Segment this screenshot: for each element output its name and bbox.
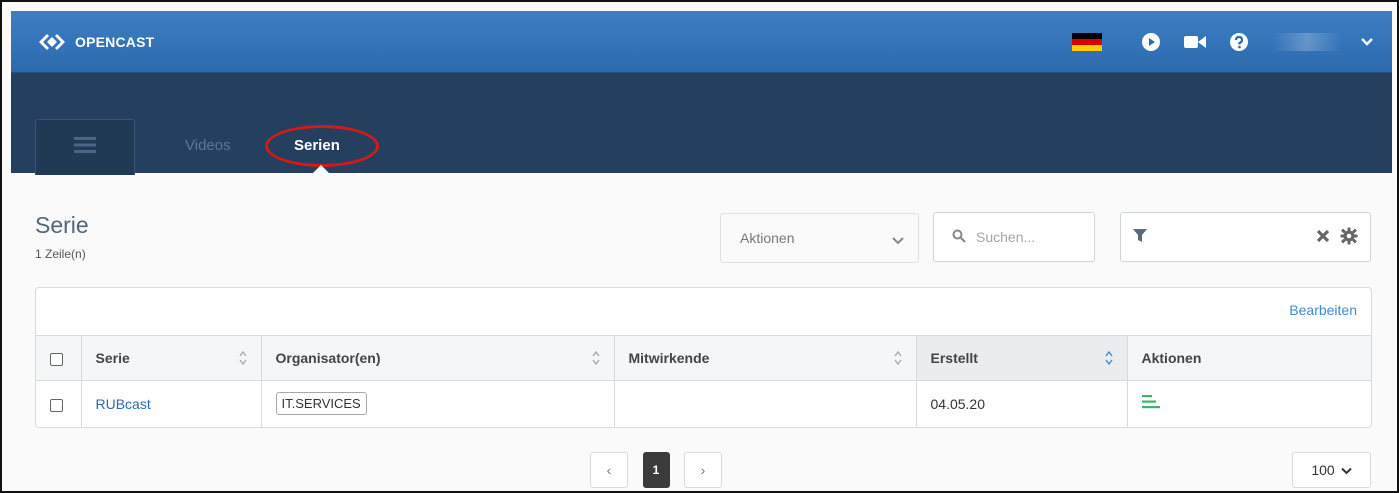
search-icon [952,229,966,246]
contributors-cell [614,380,917,427]
edit-link[interactable]: Bearbeiten [1289,302,1357,318]
gear-icon[interactable] [1340,227,1358,250]
sort-icon[interactable] [591,350,600,368]
opencast-logo-icon [37,32,67,52]
organizer-tag[interactable]: IT.SERVICES [275,392,367,416]
table-header-row: Serie Organisator(en) Mitwirkende Erstel… [36,335,1371,381]
column-header-label: Erstellt [930,350,978,366]
chevron-down-icon [892,232,904,248]
search-field[interactable] [933,212,1095,262]
active-tab-caret [313,165,329,173]
sort-icon[interactable] [238,350,247,368]
page-title: Serie [35,212,89,238]
page-1-wrapper: 1 [637,452,675,488]
created-cell: 04.05.20 [916,380,1128,427]
column-header-label: Mitwirkende [628,350,710,366]
column-header-mitwirkende[interactable]: Mitwirkende [614,335,917,381]
highlight-ellipse [265,125,379,167]
hamburger-icon [74,137,96,158]
chevron-down-icon[interactable] [1356,31,1378,53]
germany-flag-icon[interactable] [1072,33,1102,51]
search-input[interactable] [976,229,1076,245]
details-bars-icon[interactable] [1141,395,1160,412]
chevron-down-icon [1340,462,1352,478]
next-page-button[interactable]: › [684,452,722,488]
app-frame: OPENCAST Videos Serien Serie 1 Zeile(n) … [0,0,1399,493]
main-nav: Videos Serien [11,73,1392,175]
series-table: Serie Organisator(en) Mitwirkende Erstel… [36,335,1371,427]
column-header-organisator[interactable]: Organisator(en) [261,335,615,381]
pagination: ‹ 1 › [590,452,722,488]
column-header-label: Organisator(en) [275,350,381,366]
video-camera-icon[interactable] [1184,31,1206,53]
column-header-label: Serie [95,350,130,366]
sort-active-icon[interactable] [1104,350,1113,368]
serie-link[interactable]: RUBcast [96,396,151,412]
column-header-aktionen: Aktionen [1127,335,1371,381]
table-row: RUBcast IT.SERVICES 04.05.20 [36,380,1371,427]
app-name: OPENCAST [75,34,155,50]
series-table-panel: Bearbeiten Serie Organisator(en) Mitwirk… [35,287,1372,428]
play-circle-icon[interactable] [1140,31,1162,53]
actions-dropdown-label: Aktionen [740,230,795,246]
column-header-serie[interactable]: Serie [81,335,262,381]
header-icons [1072,11,1392,73]
page-size-value: 100 [1311,462,1335,478]
top-bar: OPENCAST [11,11,1392,73]
select-all-cell [36,335,82,381]
filter-bar[interactable] [1120,212,1371,262]
select-all-checkbox[interactable] [50,352,63,366]
actions-cell [1127,380,1371,427]
row-select-cell [36,380,82,427]
user-name-blurred[interactable] [1272,33,1342,51]
filter-icon[interactable] [1133,229,1147,248]
clear-filter-icon[interactable] [1316,229,1330,248]
sort-icon[interactable] [893,350,902,368]
row-checkbox[interactable] [50,398,63,412]
tab-videos[interactable]: Videos [185,137,231,154]
row-count: 1 Zeile(n) [35,247,86,261]
help-circle-icon[interactable] [1228,31,1250,53]
page-1-button[interactable]: 1 [642,452,670,488]
serie-cell: RUBcast [81,380,262,427]
column-header-erstellt[interactable]: Erstellt [916,335,1128,381]
actions-dropdown[interactable]: Aktionen [720,213,919,263]
opencast-logo[interactable]: OPENCAST [37,30,154,54]
column-header-label: Aktionen [1141,350,1202,366]
page-size-select[interactable]: 100 [1292,452,1371,488]
prev-page-button[interactable]: ‹ [590,452,628,488]
organizer-cell: IT.SERVICES [261,380,615,427]
menu-toggle-button[interactable] [35,119,135,175]
